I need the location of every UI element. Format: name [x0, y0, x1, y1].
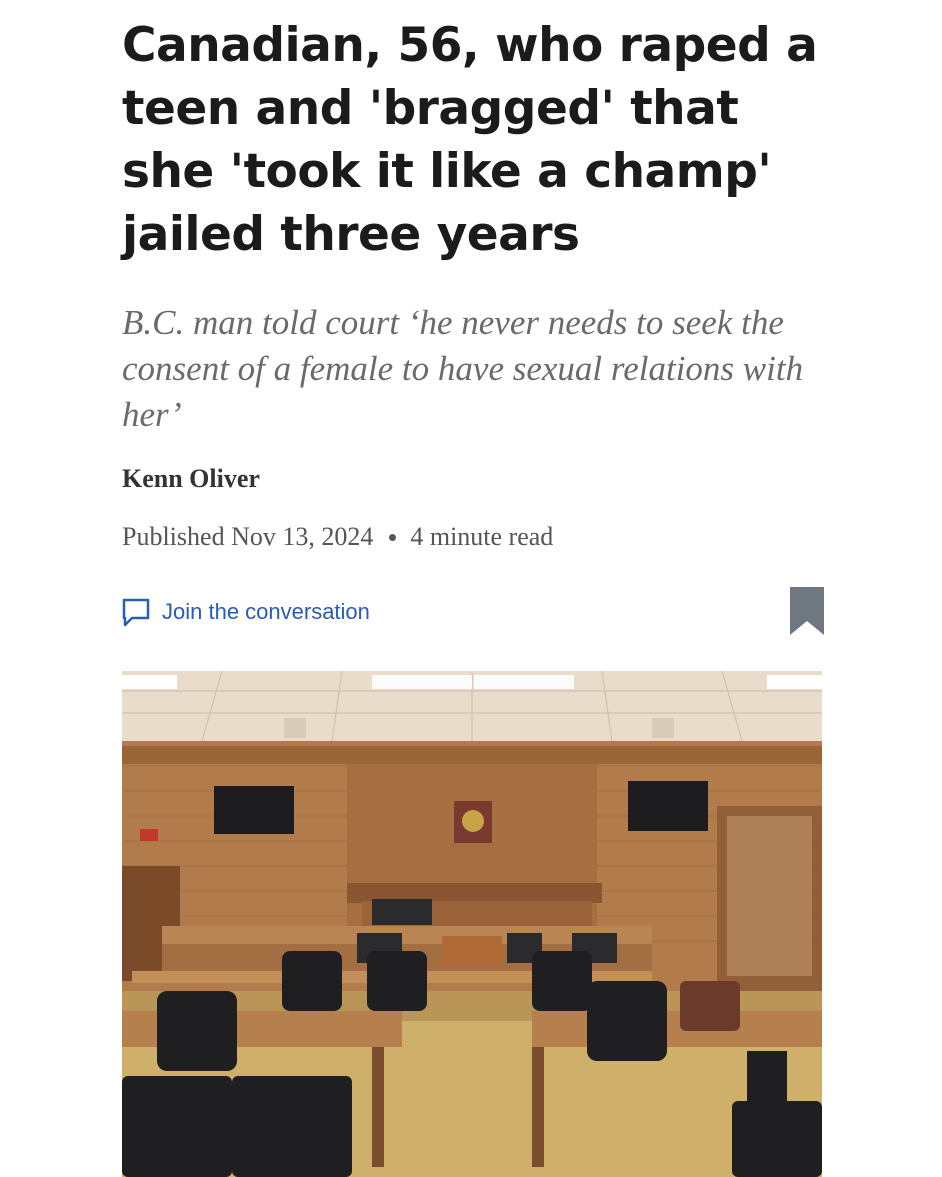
courtroom-illustration [122, 671, 822, 1177]
author-name[interactable]: Kenn Oliver [122, 464, 260, 494]
bookmark-icon[interactable] [790, 587, 824, 635]
article-subheadline: B.C. man told court ‘he never needs to s… [122, 303, 804, 434]
publish-date: Published Nov 13, 2024 [122, 522, 374, 551]
article-meta: Published Nov 13, 2024 4 minute read [122, 522, 553, 552]
read-time: 4 minute read [410, 522, 554, 551]
article-headline: Canadian, 56, who raped a teen and 'brag… [122, 18, 818, 262]
meta-separator-dot [389, 533, 397, 541]
speech-bubble-icon [122, 598, 150, 627]
courtroom-photo [122, 671, 822, 1177]
join-conversation-link[interactable]: Join the conversation [120, 596, 370, 628]
join-conversation-label: Join the conversation [162, 599, 370, 624]
